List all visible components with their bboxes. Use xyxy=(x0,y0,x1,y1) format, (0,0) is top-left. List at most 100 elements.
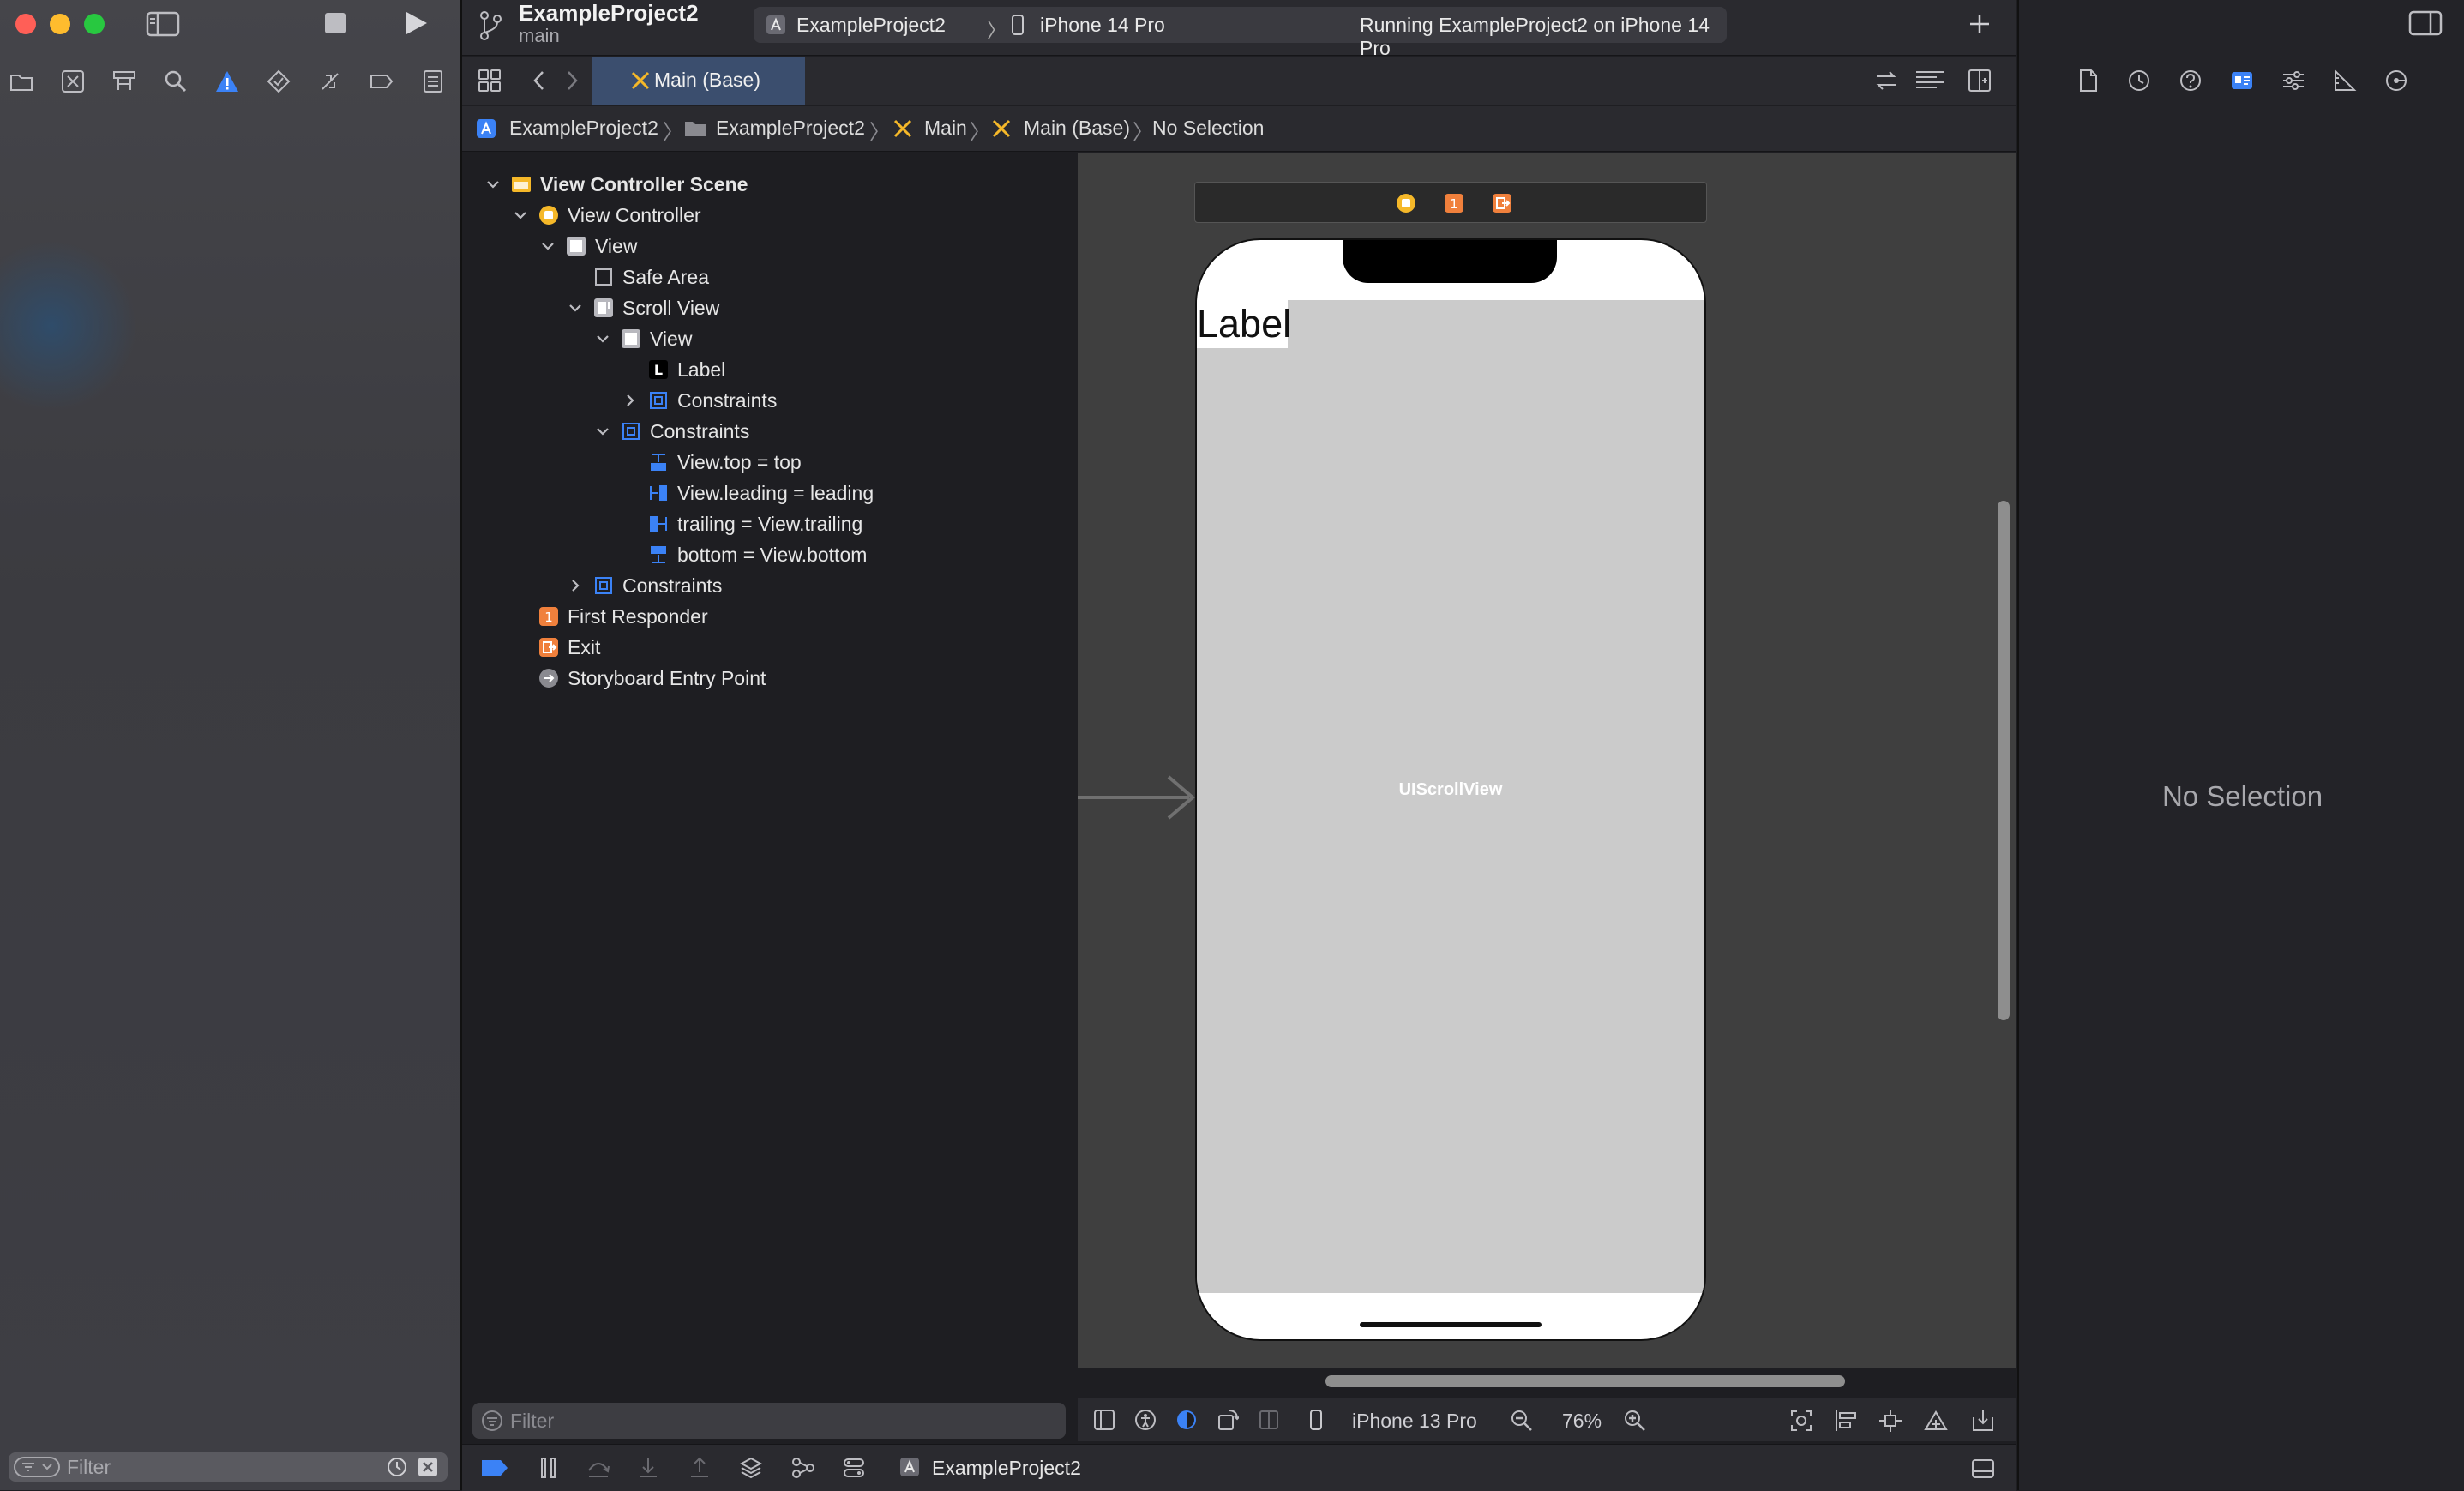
outline-filter-input[interactable]: Filter xyxy=(510,1410,554,1433)
zoom-level[interactable]: 76% xyxy=(1562,1410,1602,1433)
debug-icon[interactable] xyxy=(317,69,343,94)
zoom-out-icon[interactable] xyxy=(1510,1409,1534,1433)
first-responder-icon[interactable]: 1 xyxy=(1444,193,1464,213)
disclosure-closed-icon[interactable] xyxy=(621,391,640,410)
sidebar-toggle-icon[interactable] xyxy=(146,11,180,37)
breakpoints-toggle-icon[interactable] xyxy=(481,1458,508,1477)
test-icon[interactable] xyxy=(266,69,291,94)
breakpoint-icon[interactable] xyxy=(369,69,394,94)
outline-row[interactable]: bottom = View.bottom xyxy=(621,540,867,569)
vertical-scrollbar[interactable] xyxy=(1998,501,2010,1020)
minimize-window-button[interactable] xyxy=(50,14,70,34)
zoom-window-button[interactable] xyxy=(84,14,105,34)
disclosure-open-icon[interactable] xyxy=(484,175,502,194)
storyboard-canvas[interactable]: 1 Label UIScrollView xyxy=(1078,153,2016,1368)
breadcrumb-file[interactable]: Main xyxy=(924,117,967,140)
destination-selector[interactable]: iPhone 14 Pro xyxy=(1040,14,1165,37)
outline-row[interactable]: Constraints xyxy=(621,386,777,415)
view-controller-icon[interactable] xyxy=(1396,193,1416,213)
outline-row[interactable]: View Controller xyxy=(511,201,701,230)
outline-row[interactable]: trailing = View.trailing xyxy=(621,509,862,538)
back-icon[interactable] xyxy=(531,69,548,93)
outline-row[interactable]: View.leading = leading xyxy=(621,478,874,508)
related-items-icon[interactable] xyxy=(478,69,502,93)
issue-warning-icon[interactable] xyxy=(214,69,240,94)
editor-options-icon[interactable] xyxy=(1914,69,1945,93)
split-editor-icon[interactable] xyxy=(1968,69,1992,93)
help-inspector-icon[interactable] xyxy=(2179,69,2203,93)
outline-row[interactable]: View xyxy=(593,324,692,353)
breadcrumb-project[interactable]: ExampleProject2 xyxy=(509,117,658,140)
exit-icon[interactable] xyxy=(1492,193,1512,213)
device-layout-icon[interactable] xyxy=(1258,1409,1280,1431)
orientation-icon[interactable] xyxy=(1217,1409,1239,1431)
identity-inspector-icon[interactable] xyxy=(2230,69,2254,93)
breadcrumb-localization[interactable]: Main (Base) xyxy=(1024,117,1130,140)
pause-icon[interactable] xyxy=(539,1457,558,1479)
debug-area-toggle-icon[interactable] xyxy=(1971,1458,1995,1479)
find-icon[interactable] xyxy=(163,69,189,94)
folder-icon[interactable] xyxy=(9,69,34,94)
accessibility-icon[interactable] xyxy=(1134,1409,1157,1431)
outline-row[interactable]: View Controller Scene xyxy=(484,170,748,199)
outline-row[interactable]: 1 First Responder xyxy=(511,602,708,631)
disclosure-open-icon[interactable] xyxy=(566,298,585,317)
device-selector[interactable]: iPhone 13 Pro xyxy=(1352,1410,1477,1433)
recent-files-icon[interactable] xyxy=(386,1456,408,1478)
disclosure-closed-icon[interactable] xyxy=(566,576,585,595)
memory-graph-icon[interactable] xyxy=(791,1457,815,1479)
zoom-in-icon[interactable] xyxy=(1623,1409,1647,1433)
outline-row[interactable]: View xyxy=(538,231,637,261)
file-inspector-icon[interactable] xyxy=(2077,69,2100,93)
embed-in-icon[interactable] xyxy=(1971,1409,1995,1433)
add-constraints-icon[interactable] xyxy=(1878,1409,1902,1433)
environment-overrides-icon[interactable] xyxy=(843,1457,865,1479)
breadcrumb-group[interactable]: ExampleProject2 xyxy=(716,117,865,140)
update-frames-icon[interactable] xyxy=(1789,1409,1813,1433)
outline-toggle-icon[interactable] xyxy=(1093,1409,1115,1431)
code-review-icon[interactable] xyxy=(1873,69,1899,93)
stop-icon[interactable] xyxy=(324,12,346,34)
source-control-icon[interactable] xyxy=(60,69,86,94)
inspector-toggle-icon[interactable] xyxy=(2408,10,2443,36)
navigator-filter-input[interactable]: Filter xyxy=(67,1456,111,1479)
connections-inspector-icon[interactable] xyxy=(2384,69,2408,93)
outline-row[interactable]: Constraints xyxy=(593,417,749,446)
run-icon[interactable] xyxy=(403,10,429,36)
outline-row[interactable]: Constraints xyxy=(566,571,722,600)
breadcrumb-selection[interactable]: No Selection xyxy=(1152,117,1264,140)
disclosure-open-icon[interactable] xyxy=(511,206,530,225)
symbol-icon[interactable] xyxy=(111,69,137,94)
history-inspector-icon[interactable] xyxy=(2127,69,2151,93)
outline-row[interactable]: Scroll View xyxy=(566,293,719,322)
report-icon[interactable] xyxy=(420,69,446,94)
navigator-filter[interactable]: Filter xyxy=(9,1452,448,1482)
label-element[interactable]: Label xyxy=(1197,300,1291,348)
align-icon[interactable] xyxy=(1834,1409,1858,1433)
attributes-inspector-icon[interactable] xyxy=(2281,69,2305,93)
outline-row[interactable]: Safe Area xyxy=(566,262,709,292)
resolve-issues-icon[interactable] xyxy=(1923,1409,1949,1433)
horizontal-scrollbar[interactable] xyxy=(1325,1375,1845,1387)
tab-main-base[interactable]: Main (Base) xyxy=(592,57,805,105)
disclosure-open-icon[interactable] xyxy=(593,422,612,441)
appearance-icon[interactable] xyxy=(1175,1409,1198,1431)
entry-point-arrow[interactable] xyxy=(1078,772,1198,823)
outline-row[interactable]: Exit xyxy=(511,633,600,662)
forward-icon[interactable] xyxy=(563,69,580,93)
outline-row[interactable]: View.top = top xyxy=(621,448,802,477)
disclosure-open-icon[interactable] xyxy=(593,329,612,348)
step-out-icon[interactable] xyxy=(688,1457,711,1479)
disclosure-open-icon[interactable] xyxy=(538,237,557,256)
add-icon[interactable] xyxy=(1968,12,1992,36)
source-control-filter-icon[interactable] xyxy=(417,1456,439,1478)
step-over-icon[interactable] xyxy=(586,1457,611,1479)
debug-target-name[interactable]: ExampleProject2 xyxy=(932,1457,1081,1480)
outline-row[interactable]: L Label xyxy=(621,355,725,384)
outline-filter[interactable]: Filter xyxy=(472,1403,1066,1439)
filter-options-icon[interactable] xyxy=(14,1456,60,1478)
step-into-icon[interactable] xyxy=(637,1457,659,1479)
close-window-button[interactable] xyxy=(15,14,36,34)
size-inspector-icon[interactable] xyxy=(2333,69,2357,93)
view-hierarchy-icon[interactable] xyxy=(740,1457,762,1479)
